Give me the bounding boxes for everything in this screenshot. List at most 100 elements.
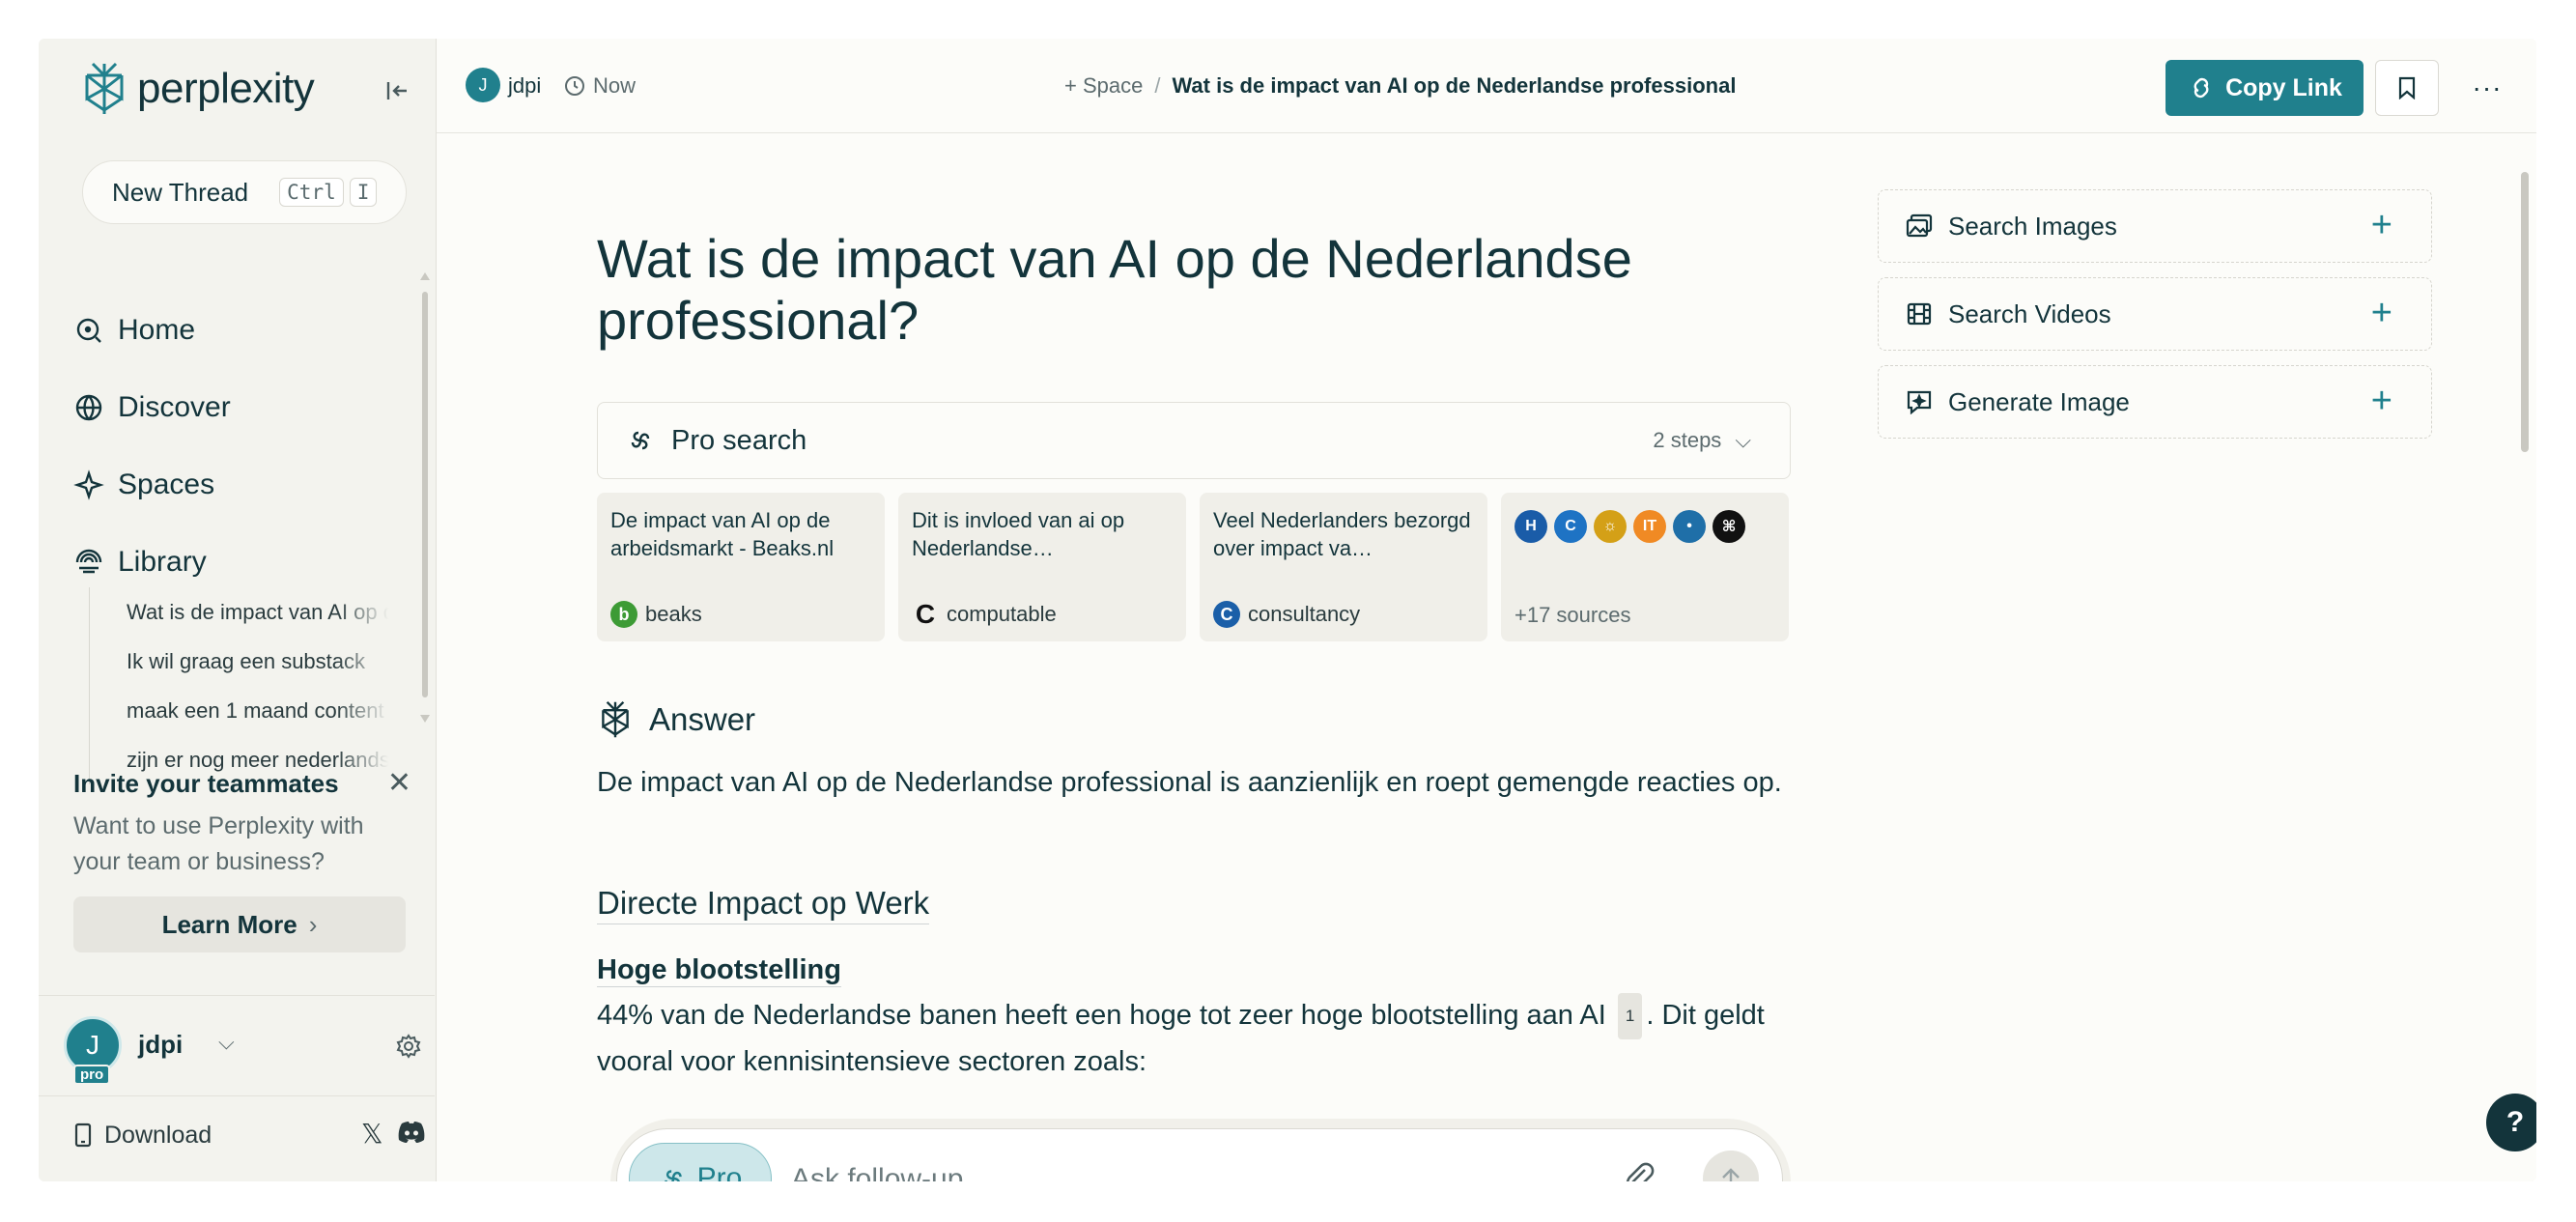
source-title: De impact van AI op de arbeidsmarkt - Be… <box>610 508 835 560</box>
ask-followup-input[interactable] <box>791 1158 1564 1181</box>
arrow-up-icon <box>1722 1168 1740 1181</box>
source-site: C computable <box>912 599 1057 629</box>
pro-badge: pro <box>73 1065 111 1085</box>
thread-author: jdpi <box>508 73 542 98</box>
library-thread-item[interactable]: maak een 1 maand content <box>127 686 388 735</box>
scroll-up-arrow-icon[interactable] <box>420 272 430 280</box>
media-actions-panel: Search Images + Search Videos + Generate… <box>1878 189 2432 453</box>
discord-icon[interactable] <box>396 1120 427 1150</box>
more-sources-card[interactable]: H C ☼ IT • ⌘ +17 sources <box>1501 493 1789 641</box>
copy-link-button[interactable]: Copy Link <box>2166 60 2364 116</box>
pro-toggle-label: Pro <box>696 1162 743 1181</box>
favicon-icon: IT <box>1633 510 1666 543</box>
side-action-label: Search Videos <box>1948 298 2111 328</box>
source-title: Veel Nederlanders bezorgd over impact va… <box>1213 508 1471 560</box>
sources-row: De impact van AI op de arbeidsmarkt - Be… <box>597 493 1789 641</box>
learn-more-button[interactable]: Learn More › <box>73 896 406 952</box>
answer-heading: Answer <box>597 699 755 740</box>
sidebar-scrollbar[interactable] <box>420 263 430 723</box>
copy-link-label: Copy Link <box>2225 73 2342 101</box>
page-title: Wat is de impact van AI op de Nederlands… <box>597 228 1632 351</box>
phone-icon <box>74 1123 92 1148</box>
help-button[interactable]: ? <box>2486 1094 2536 1151</box>
gear-icon[interactable] <box>396 1034 421 1064</box>
favicon-icon: C <box>1554 510 1587 543</box>
main-scrollbar[interactable] <box>2519 153 2529 1177</box>
library-thread-list: Wat is de impact van AI op de Nederlands… <box>89 587 388 784</box>
add-to-space-link[interactable]: + Space <box>1064 73 1143 98</box>
pro-search-steps[interactable]: 2 steps ⌵ <box>1653 428 1751 453</box>
sidebar: perplexity New Thread Ctrl I Home Discov… <box>39 39 435 1181</box>
brand-logo[interactable]: perplexity <box>79 60 315 118</box>
link-icon <box>2194 77 2209 99</box>
source-site-name: computable <box>947 602 1057 626</box>
bookmark-button[interactable] <box>2375 60 2439 116</box>
citation-badge[interactable]: 1 <box>1617 993 1643 1039</box>
plus-icon[interactable]: + <box>2371 382 2392 420</box>
divider <box>39 1095 435 1096</box>
app-window: perplexity New Thread Ctrl I Home Discov… <box>39 39 2536 1181</box>
sidebar-item-spaces[interactable]: Spaces <box>73 446 231 524</box>
side-action-label: Search Images <box>1948 211 2117 241</box>
library-thread-item[interactable]: Ik wil graag een substack <box>127 637 388 686</box>
clock-icon <box>565 76 584 96</box>
search-images-button[interactable]: Search Images + <box>1878 189 2432 263</box>
download-button[interactable]: Download <box>73 1122 212 1150</box>
sidebar-item-label: Home <box>118 314 196 346</box>
perplexity-logo-icon <box>85 62 124 114</box>
computable-favicon-icon: C <box>915 599 936 629</box>
brand-name: perplexity <box>137 65 315 112</box>
sidebar-item-label: Spaces <box>118 469 215 500</box>
pro-search-swirl-icon <box>631 431 650 450</box>
sidebar-item-discover[interactable]: Discover <box>73 369 231 446</box>
source-title: Dit is invloed van ai op Nederlandse… <box>912 508 1125 560</box>
main-panel: J jdpi Now + Space / Wat is de impact van … <box>436 39 2536 1181</box>
paragraph-text: 44% van de Nederlandse banen heeft een h… <box>597 1000 1606 1031</box>
avatar[interactable]: J <box>466 68 500 102</box>
library-icon <box>75 549 102 574</box>
pro-search-swirl-icon <box>664 1170 682 1181</box>
perplexity-logo-icon <box>602 700 629 738</box>
user-menu[interactable]: J pro jdpi ⌵ <box>64 1016 421 1094</box>
generate-image-icon <box>1907 390 1932 414</box>
section-heading: Directe Impact op Werk <box>597 885 930 924</box>
thread-time: Now <box>564 73 636 99</box>
source-card[interactable]: Dit is invloed van ai op Nederlandse… C … <box>898 493 1186 641</box>
library-thread-item[interactable]: Wat is de impact van AI op de Nederlands… <box>127 587 388 637</box>
sidebar-item-label: Library <box>118 546 207 578</box>
consultancy-favicon-icon: C <box>1213 601 1240 628</box>
new-thread-button[interactable]: New Thread Ctrl I <box>82 160 407 224</box>
favicon-icon: • <box>1673 510 1706 543</box>
invite-teammates-card: Invite your teammates ✕ Want to use Perp… <box>73 769 411 880</box>
collapse-sidebar-button[interactable] <box>379 71 417 110</box>
source-card[interactable]: De impact van AI op de arbeidsmarkt - Be… <box>597 493 885 641</box>
user-name[interactable]: jdpi <box>138 1030 183 1060</box>
pro-toggle-button[interactable]: Pro <box>629 1143 772 1181</box>
download-label: Download <box>104 1121 212 1149</box>
plus-icon[interactable]: + <box>2371 294 2392 332</box>
paperclip-icon[interactable] <box>1622 1160 1656 1181</box>
chevron-down-icon[interactable]: ⌵ <box>218 1030 235 1055</box>
plus-icon[interactable]: + <box>2371 206 2392 244</box>
search-videos-button[interactable]: Search Videos + <box>1878 277 2432 351</box>
sidebar-scroll-thumb[interactable] <box>422 292 428 697</box>
x-twitter-icon[interactable]: 𝕏 <box>361 1118 383 1150</box>
favicon-icon: H <box>1514 510 1547 543</box>
sidebar-item-home[interactable]: Home <box>73 292 231 369</box>
breadcrumb-separator: / <box>1154 73 1161 98</box>
scroll-down-arrow-icon[interactable] <box>420 715 430 723</box>
sidebar-footer: Download 𝕏 <box>73 1116 425 1154</box>
close-icon[interactable]: ✕ <box>387 769 411 798</box>
main-scroll-thumb[interactable] <box>2521 172 2529 452</box>
shortcut-key-i: I <box>349 178 378 207</box>
chevron-right-icon: › <box>308 909 318 939</box>
source-card[interactable]: Veel Nederlanders bezorgd over impact va… <box>1200 493 1487 641</box>
thread-time-label: Now <box>593 73 637 98</box>
generate-image-button[interactable]: Generate Image + <box>1878 365 2432 439</box>
submit-button[interactable] <box>1703 1151 1759 1181</box>
film-icon <box>1907 302 1932 326</box>
pro-search-panel[interactable]: Pro search 2 steps ⌵ <box>597 402 1791 479</box>
globe-icon <box>75 394 102 421</box>
more-options-icon[interactable]: ··· <box>2463 60 2511 116</box>
favicon-icon: ⌘ <box>1713 510 1745 543</box>
